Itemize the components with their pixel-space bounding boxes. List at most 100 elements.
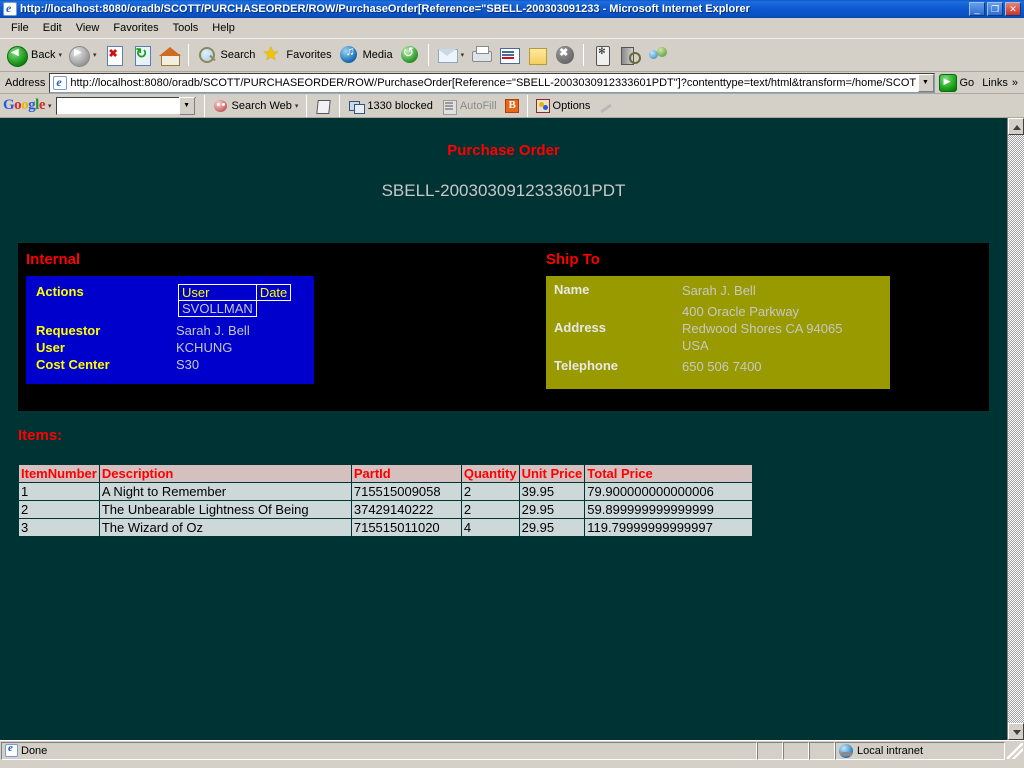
- window-controls: _ ❐ ✕: [969, 2, 1022, 16]
- menu-item-favorites[interactable]: Favorites: [106, 20, 165, 36]
- favorites-button[interactable]: Favorites: [258, 42, 334, 68]
- status-pane-2: [783, 742, 809, 760]
- scroll-up-button[interactable]: [1008, 118, 1024, 135]
- google-search-input[interactable]: ▼: [56, 97, 196, 115]
- search-web-icon: [213, 98, 229, 114]
- vertical-scrollbar[interactable]: [1007, 118, 1024, 740]
- internal-heading: Internal: [26, 251, 314, 268]
- media-button[interactable]: Media: [335, 42, 396, 68]
- actions-data-row: SVOLLMAN: [179, 301, 291, 317]
- google-separator-2: [306, 95, 307, 117]
- edit-page-icon: [498, 44, 520, 66]
- part-id-cell: 715515011020: [351, 519, 461, 537]
- unit-price-cell: 39.95: [519, 483, 585, 501]
- favorites-button-label: Favorites: [286, 49, 331, 61]
- options-icon: [536, 99, 550, 113]
- ship-to-label-name: Name: [554, 282, 682, 297]
- search-button[interactable]: Search: [193, 42, 259, 68]
- google-highlight-button[interactable]: [594, 98, 618, 114]
- history-button[interactable]: [396, 42, 424, 68]
- google-autofill-button[interactable]: AutoFill: [437, 98, 501, 114]
- ship-to-label-telephone: Telephone: [554, 358, 682, 373]
- forward-dropdown-caret-icon[interactable]: ▾: [93, 51, 97, 59]
- back-button[interactable]: Back ▾: [3, 42, 65, 68]
- google-search-web-caret-icon[interactable]: ▾: [295, 102, 299, 110]
- google-blogger-button[interactable]: [501, 99, 523, 113]
- items-column-quantity: Quantity: [461, 465, 519, 483]
- google-search-dropdown-button[interactable]: ▼: [179, 97, 195, 115]
- restore-button[interactable]: ❐: [987, 2, 1003, 16]
- stop-icon: [103, 44, 125, 66]
- address-input[interactable]: http://localhost:8080/oradb/SCOTT/PURCHA…: [49, 73, 934, 93]
- description-cell: A Night to Remember: [99, 483, 351, 501]
- back-dropdown-caret-icon[interactable]: ▾: [58, 51, 62, 59]
- items-table: ItemNumber Description PartId Quantity U…: [18, 464, 753, 537]
- menu-item-help[interactable]: Help: [205, 20, 242, 36]
- print-button[interactable]: [467, 42, 495, 68]
- google-news-button[interactable]: [311, 98, 335, 114]
- google-options-button[interactable]: Options: [532, 99, 595, 113]
- ship-to-panel: Ship To Name Sarah J. Bell Address 400 O…: [546, 251, 890, 389]
- toolbar-separator-3: [583, 44, 584, 66]
- purchase-order-reference: SBELL-2003030912333601PDT: [10, 181, 997, 201]
- close-button[interactable]: ✕: [1005, 2, 1021, 16]
- history-icon: [399, 44, 421, 66]
- links-button[interactable]: Links: [974, 77, 1012, 89]
- ship-to-value-name: Sarah J. Bell: [682, 282, 756, 299]
- ship-to-heading: Ship To: [546, 251, 890, 268]
- minimize-button[interactable]: _: [969, 2, 985, 16]
- mail-dropdown-caret-icon[interactable]: ▾: [461, 51, 465, 59]
- edit-button[interactable]: [495, 42, 523, 68]
- research-button[interactable]: [616, 42, 644, 68]
- internal-field-user: User KCHUNG: [36, 340, 306, 355]
- star-icon: [261, 44, 283, 66]
- stop-button[interactable]: [100, 42, 128, 68]
- forward-button[interactable]: ▾: [65, 42, 100, 68]
- toolbar-separator: [188, 44, 189, 66]
- google-logo-caret-icon[interactable]: ▾: [48, 102, 52, 110]
- pda-sync-button[interactable]: [588, 42, 616, 68]
- window-title: http://localhost:8080/oradb/SCOTT/PURCHA…: [20, 3, 969, 15]
- go-button[interactable]: Go: [939, 74, 975, 92]
- menu-item-tools[interactable]: Tools: [166, 20, 206, 36]
- scrollbar-track[interactable]: [1008, 135, 1024, 723]
- notes-button[interactable]: [523, 42, 551, 68]
- media-icon: [338, 44, 360, 66]
- chevron-expand-icon[interactable]: »: [1012, 77, 1021, 89]
- items-column-total-price: Total Price: [585, 465, 753, 483]
- security-zone-pane[interactable]: Local intranet: [835, 742, 1005, 760]
- actions-table: User Date SVOLLMAN: [178, 284, 291, 317]
- menu-bar: File Edit View Favorites Tools Help: [0, 18, 1024, 38]
- quantity-cell: 2: [461, 483, 519, 501]
- items-column-unit-price: Unit Price: [519, 465, 585, 483]
- address-dropdown-button[interactable]: ▼: [918, 74, 934, 92]
- google-search-web-button[interactable]: Search Web ▾: [209, 98, 303, 114]
- mail-icon: [436, 44, 458, 66]
- mail-button[interactable]: ▾: [433, 42, 468, 68]
- resize-grip-icon[interactable]: [1007, 743, 1023, 759]
- scroll-down-button[interactable]: [1008, 723, 1024, 740]
- address-label: Address: [3, 77, 49, 89]
- item-number-cell: 3: [19, 519, 100, 537]
- google-blocked-count-label: 1330 blocked: [367, 100, 432, 112]
- ship-to-value-address: 400 Oracle Parkway Redwood Shores CA 940…: [682, 303, 842, 354]
- menu-item-edit[interactable]: Edit: [36, 20, 69, 36]
- people-button[interactable]: [644, 42, 672, 68]
- quantity-cell: 4: [461, 519, 519, 537]
- google-separator-1: [204, 95, 205, 117]
- total-price-cell: 119.79999999999997: [585, 519, 753, 537]
- menu-item-view[interactable]: View: [69, 20, 107, 36]
- unit-price-cell: 29.95: [519, 501, 585, 519]
- messenger-button[interactable]: [551, 42, 579, 68]
- research-icon: [619, 44, 641, 66]
- status-pane-1: [757, 742, 783, 760]
- menu-item-file[interactable]: File: [4, 20, 36, 36]
- page-content: Purchase Order SBELL-2003030912333601PDT…: [0, 118, 1007, 740]
- google-logo[interactable]: Google: [3, 97, 45, 114]
- google-popup-blocker-button[interactable]: 1330 blocked: [344, 98, 436, 114]
- intranet-globe-icon: [839, 744, 853, 758]
- home-button[interactable]: [156, 42, 184, 68]
- go-arrow-icon: [939, 74, 957, 92]
- refresh-button[interactable]: [128, 42, 156, 68]
- browser-viewport: Purchase Order SBELL-2003030912333601PDT…: [0, 118, 1024, 740]
